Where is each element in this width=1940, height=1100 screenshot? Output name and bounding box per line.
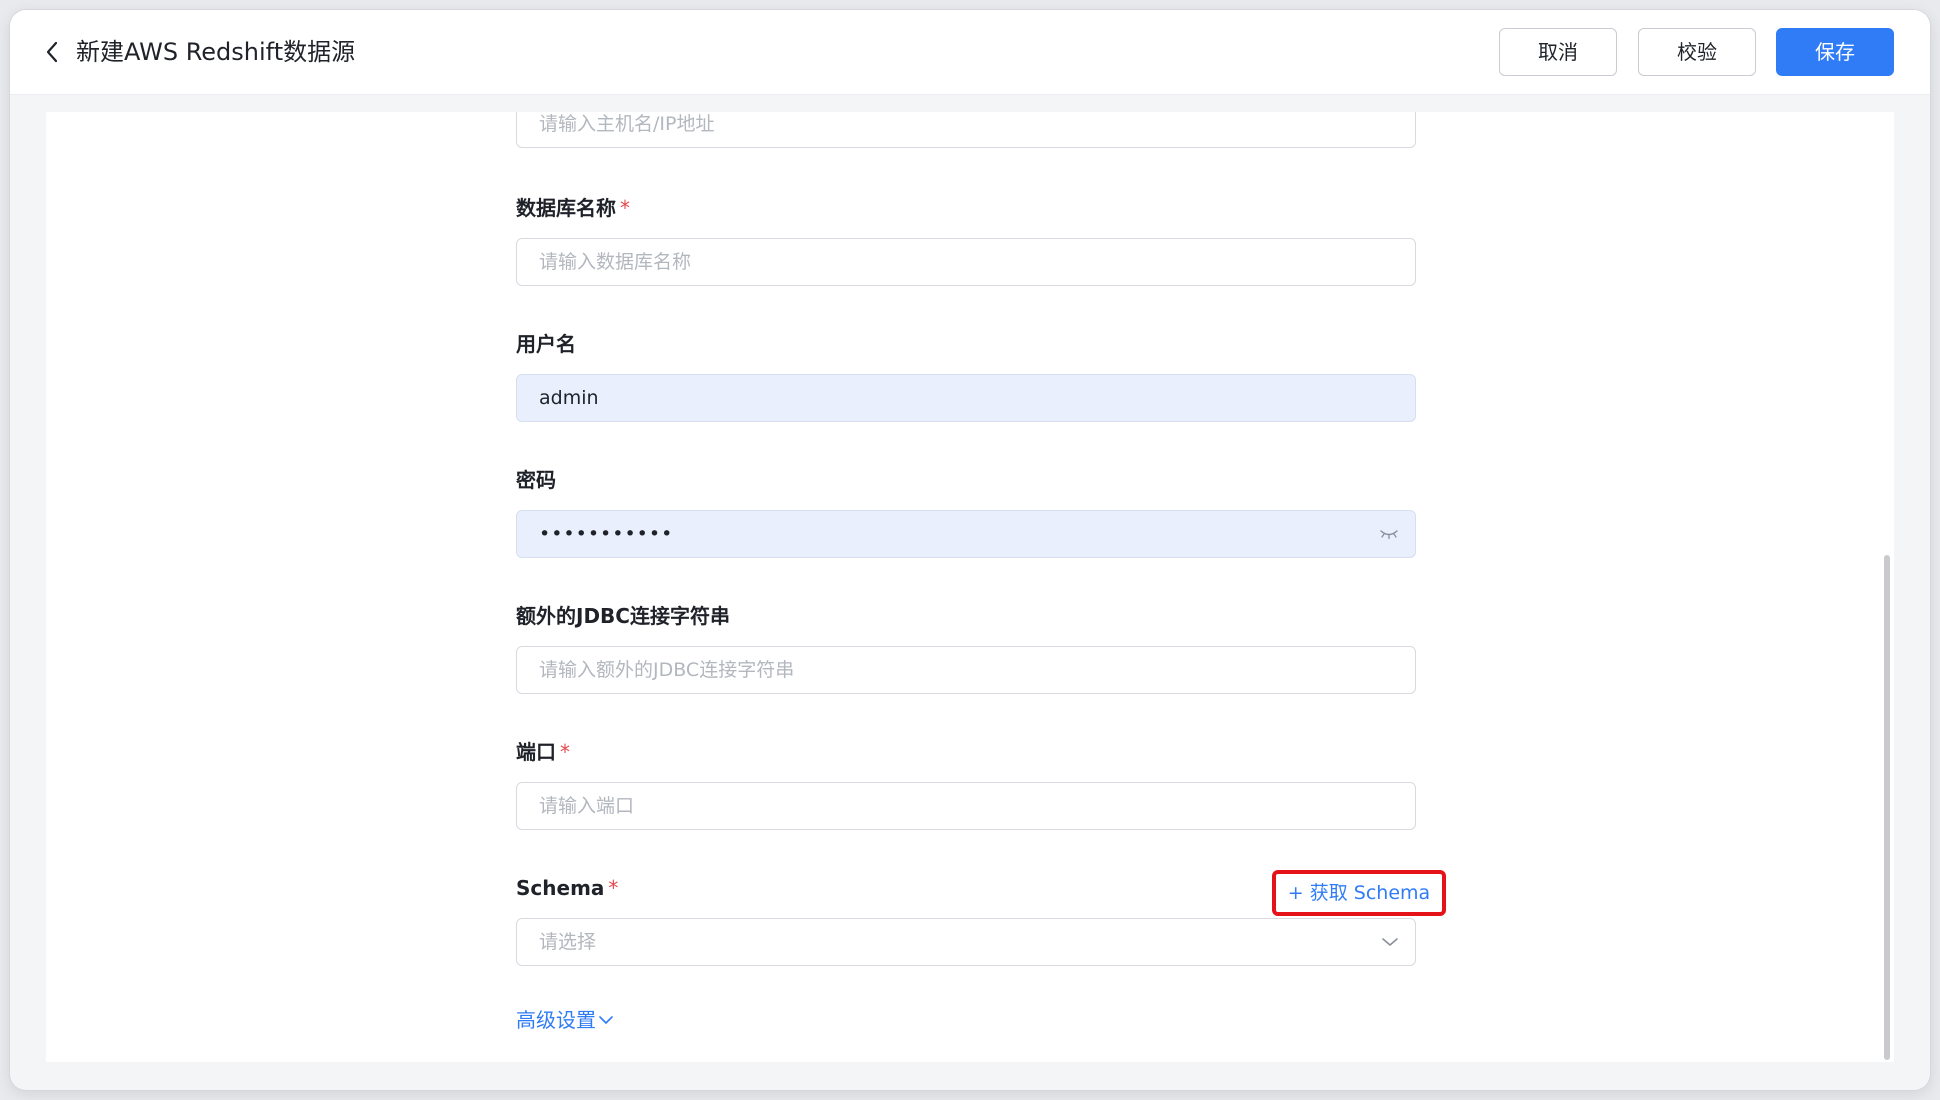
- username-label: 用户名: [516, 332, 576, 356]
- save-button[interactable]: 保存: [1776, 28, 1894, 76]
- port-placeholder: 请输入端口: [539, 795, 635, 817]
- database-placeholder: 请输入数据库名称: [539, 251, 692, 273]
- jdbc-placeholder: 请输入额外的JDBC连接字符串: [539, 659, 795, 681]
- port-input[interactable]: 请输入端口: [516, 782, 1416, 830]
- cancel-button[interactable]: 取消: [1499, 28, 1617, 76]
- database-label: 数据库名称 *: [516, 194, 630, 222]
- back-chevron-icon[interactable]: [40, 40, 64, 64]
- port-label: 端口 *: [516, 738, 570, 766]
- username-input[interactable]: admin: [516, 374, 1416, 422]
- chevron-down-icon: [1381, 919, 1399, 965]
- database-name-input[interactable]: 请输入数据库名称: [516, 238, 1416, 286]
- username-value: admin: [539, 387, 599, 409]
- app-window: 新建AWS Redshift数据源 取消 校验 保存 请输入主机名/IP地址 数…: [10, 10, 1930, 1090]
- schema-placeholder: 请选择: [539, 931, 597, 953]
- required-mark: *: [620, 196, 630, 220]
- page-header: 新建AWS Redshift数据源 取消 校验 保存: [10, 10, 1930, 95]
- required-mark: *: [560, 740, 570, 764]
- password-label: 密码: [516, 468, 556, 492]
- host-input[interactable]: 请输入主机名/IP地址: [516, 112, 1416, 148]
- eye-closed-icon[interactable]: [1379, 511, 1399, 557]
- form-panel: 请输入主机名/IP地址 数据库名称 * 请输入数据库名称 用户名 admin 密码…: [46, 112, 1894, 1062]
- password-value: •••••••••••: [539, 523, 674, 545]
- schema-label: Schema *: [516, 874, 618, 902]
- database-label-text: 数据库名称: [516, 196, 616, 220]
- schema-label-text: Schema: [516, 876, 605, 900]
- required-mark: *: [608, 876, 619, 900]
- scrollbar[interactable]: [1884, 555, 1890, 1060]
- chevron-down-icon: [599, 1016, 613, 1024]
- advanced-settings-label: 高级设置: [516, 1008, 596, 1032]
- validate-button[interactable]: 校验: [1638, 28, 1756, 76]
- host-placeholder: 请输入主机名/IP地址: [539, 113, 715, 135]
- fetch-schema-button[interactable]: + 获取 Schema: [1272, 870, 1446, 916]
- page-title: 新建AWS Redshift数据源: [76, 38, 356, 66]
- port-label-text: 端口: [516, 740, 556, 764]
- advanced-settings-toggle[interactable]: 高级设置: [516, 1006, 614, 1034]
- password-input[interactable]: •••••••••••: [516, 510, 1416, 558]
- jdbc-label: 额外的JDBC连接字符串: [516, 604, 730, 628]
- schema-select[interactable]: 请选择: [516, 918, 1416, 966]
- jdbc-string-input[interactable]: 请输入额外的JDBC连接字符串: [516, 646, 1416, 694]
